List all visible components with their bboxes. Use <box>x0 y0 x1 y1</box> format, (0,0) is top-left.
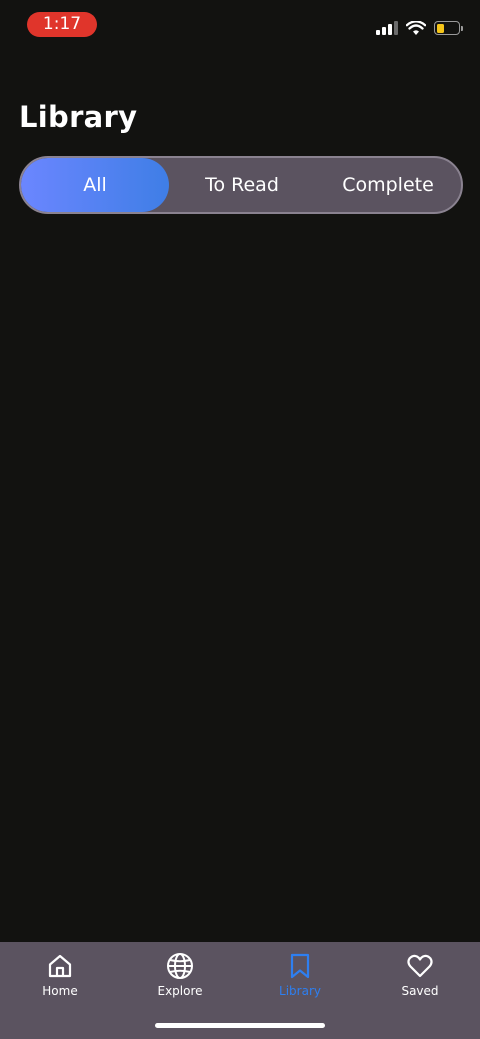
status-time: 1:17 <box>27 12 97 37</box>
tab-home[interactable]: Home <box>0 942 120 1012</box>
tab-explore-label: Explore <box>157 984 203 998</box>
tab-explore[interactable]: Explore <box>120 942 240 1012</box>
library-filter-segmented-control: All To Read Complete <box>19 156 463 214</box>
tab-library[interactable]: Library <box>240 942 360 1012</box>
bottom-tab-bar: Home Explore Library Saved <box>0 942 480 1039</box>
tab-saved-label: Saved <box>401 984 439 998</box>
tab-home-label: Home <box>42 984 78 998</box>
segment-to-read[interactable]: To Read <box>169 158 315 212</box>
cellular-signal-icon <box>376 21 398 35</box>
tab-library-label: Library <box>279 984 321 998</box>
globe-icon <box>167 953 193 979</box>
bookmark-icon <box>290 953 310 979</box>
status-icons <box>376 19 463 37</box>
segment-complete[interactable]: Complete <box>315 158 461 212</box>
heart-icon <box>407 954 433 978</box>
status-bar: 1:17 <box>0 0 480 48</box>
battery-icon <box>434 21 463 35</box>
tab-saved[interactable]: Saved <box>360 942 480 1012</box>
home-icon <box>48 954 72 978</box>
library-screen: 1:17 Library All To Read Complete Home E… <box>0 0 480 1039</box>
home-indicator[interactable] <box>155 1023 325 1028</box>
wifi-icon <box>406 20 426 35</box>
page-title: Library <box>19 100 138 134</box>
segment-all[interactable]: All <box>21 158 169 212</box>
